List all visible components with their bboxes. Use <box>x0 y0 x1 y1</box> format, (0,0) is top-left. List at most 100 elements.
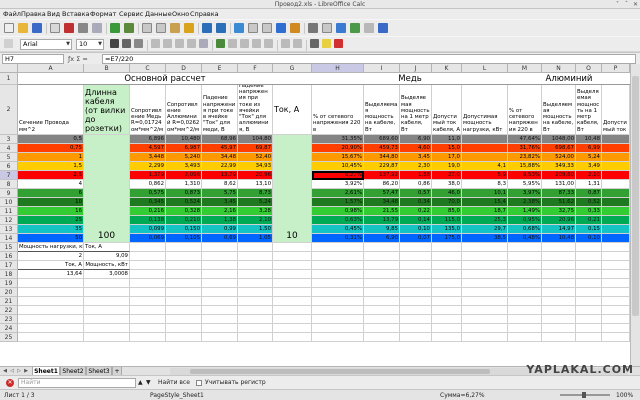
data-cell[interactable]: 0,95% <box>508 216 542 225</box>
data-cell[interactable]: 689,60 <box>364 135 400 144</box>
empty-cell[interactable] <box>364 243 400 252</box>
menu-format[interactable]: Формат <box>88 9 118 19</box>
empty-cell[interactable] <box>364 252 400 261</box>
data-cell[interactable]: 135,0 <box>432 225 462 234</box>
data-cell[interactable]: 524,00 <box>542 153 576 162</box>
empty-cell[interactable] <box>462 252 508 261</box>
data-cell[interactable]: 5,24 <box>238 198 273 207</box>
data-cell[interactable]: 1,379 <box>130 171 166 180</box>
row-header[interactable]: 8 <box>0 180 18 189</box>
open-folder-icon[interactable] <box>18 23 28 33</box>
empty-cell[interactable] <box>602 261 630 270</box>
row-header[interactable]: 5 <box>0 153 18 162</box>
print-preview-icon[interactable] <box>92 23 102 33</box>
empty-cell[interactable] <box>602 288 630 297</box>
data-cell[interactable]: 0,069 <box>130 234 166 243</box>
column-header[interactable]: N <box>542 64 576 73</box>
column-header-cell[interactable]: Падение напряжения при токе из ячейки "Т… <box>238 85 273 135</box>
data-cell[interactable] <box>462 144 508 153</box>
empty-cell[interactable] <box>166 261 202 270</box>
data-cell[interactable] <box>602 171 630 180</box>
calc-cell[interactable]: Ток, А <box>18 261 84 270</box>
data-cell[interactable]: 50 <box>18 234 84 243</box>
empty-cell[interactable] <box>238 279 273 288</box>
find-input[interactable]: Найти <box>18 378 136 388</box>
data-cell[interactable]: 3,28 <box>238 207 273 216</box>
data-cell[interactable]: 34,48 <box>202 153 238 162</box>
empty-cell[interactable] <box>238 261 273 270</box>
empty-cell[interactable] <box>84 324 130 333</box>
empty-cell[interactable] <box>166 279 202 288</box>
calc-cell[interactable]: 9,09 <box>84 252 130 261</box>
empty-cell[interactable] <box>166 270 202 279</box>
empty-cell[interactable] <box>364 288 400 297</box>
data-cell[interactable]: 4,597 <box>130 144 166 153</box>
data-cell[interactable]: 3,97% <box>508 189 542 198</box>
empty-cell[interactable] <box>576 279 602 288</box>
data-cell[interactable]: 349,33 <box>542 162 576 171</box>
empty-cell[interactable] <box>84 288 130 297</box>
empty-cell[interactable] <box>312 297 364 306</box>
empty-cell[interactable] <box>202 252 238 261</box>
edit-file-icon[interactable] <box>50 23 60 33</box>
font-size-combobox[interactable]: 10 ▼ <box>76 39 104 50</box>
data-cell[interactable]: 51,62 <box>542 198 576 207</box>
empty-cell[interactable] <box>542 333 576 342</box>
data-cell[interactable]: 10,45% <box>312 162 364 171</box>
data-cell[interactable]: 1,310 <box>166 180 202 189</box>
data-cell[interactable]: 21,55 <box>364 207 400 216</box>
data-cell[interactable]: 4,1 <box>462 162 508 171</box>
data-cell[interactable]: 25 <box>18 216 84 225</box>
data-cell[interactable]: 115,0 <box>432 216 462 225</box>
empty-cell[interactable] <box>432 279 462 288</box>
empty-cell[interactable] <box>202 315 238 324</box>
bold-icon[interactable] <box>110 39 119 48</box>
data-cell[interactable]: 20,90% <box>312 144 364 153</box>
column-header[interactable]: F <box>238 64 273 73</box>
data-cell[interactable]: 6 <box>18 189 84 198</box>
empty-cell[interactable] <box>130 306 166 315</box>
empty-cell[interactable] <box>432 288 462 297</box>
row-header[interactable]: 15 <box>0 243 18 252</box>
empty-cell[interactable] <box>400 252 432 261</box>
print-icon[interactable] <box>78 23 88 33</box>
data-cell[interactable]: 20,96 <box>238 171 273 180</box>
empty-cell[interactable] <box>238 306 273 315</box>
data-cell[interactable]: 0,57 <box>400 189 432 198</box>
empty-cell[interactable] <box>432 297 462 306</box>
spreadsheet-grid[interactable]: A B C D E F G H I J K L M N O P 1 2 3 4 5 6 7 8 9 10 11 12 13 14 15 16 1… <box>0 64 630 366</box>
data-cell[interactable]: 52,40 <box>238 153 273 162</box>
empty-cell[interactable] <box>238 252 273 261</box>
empty-cell[interactable] <box>602 315 630 324</box>
align-center-icon[interactable] <box>163 39 172 48</box>
scroll-thumb[interactable] <box>632 76 639 316</box>
empty-cell[interactable] <box>84 315 130 324</box>
empty-cell[interactable] <box>273 297 312 306</box>
empty-cell[interactable] <box>18 297 84 306</box>
data-cell[interactable]: 11,0 <box>432 135 462 144</box>
data-cell[interactable] <box>602 180 630 189</box>
empty-cell[interactable] <box>602 243 630 252</box>
empty-cell[interactable] <box>238 270 273 279</box>
empty-cell[interactable] <box>400 270 432 279</box>
row-header[interactable]: 18 <box>0 270 18 279</box>
data-cell[interactable]: 0,48% <box>508 234 542 243</box>
clone-format-icon[interactable] <box>184 23 194 33</box>
data-cell[interactable]: 0,575 <box>130 189 166 198</box>
data-cell[interactable]: 3,45 <box>400 153 432 162</box>
empty-cell[interactable] <box>576 252 602 261</box>
empty-cell[interactable] <box>576 297 602 306</box>
empty-cell[interactable] <box>602 333 630 342</box>
export-pdf-icon[interactable] <box>64 23 74 33</box>
data-cell[interactable]: 1,50 <box>238 225 273 234</box>
data-cell[interactable]: 57,47 <box>364 189 400 198</box>
empty-cell[interactable] <box>602 306 630 315</box>
empty-cell[interactable] <box>364 333 400 342</box>
column-header-cell[interactable]: Сопротивление Медь R=0,01724 ом*мм^2/м <box>130 85 166 135</box>
empty-cell[interactable] <box>364 279 400 288</box>
data-cell[interactable]: 3,92% <box>312 180 364 189</box>
data-cell[interactable]: 0,63% <box>312 216 364 225</box>
data-cell[interactable]: 137,92 <box>364 171 400 180</box>
empty-cell[interactable] <box>508 288 542 297</box>
empty-cell[interactable] <box>542 306 576 315</box>
